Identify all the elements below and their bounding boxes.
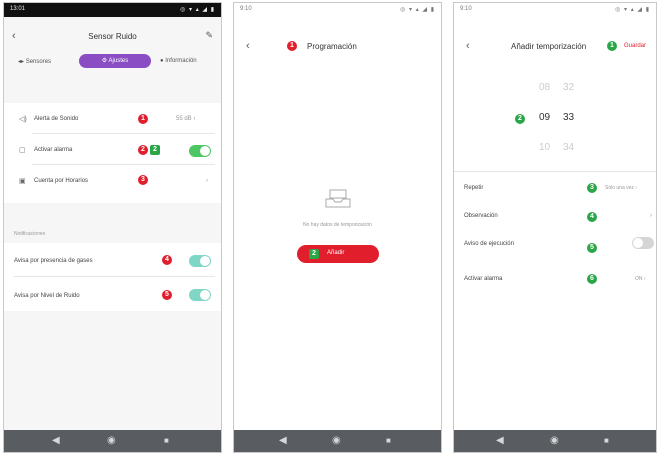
schedule-icon: ▣ — [19, 178, 26, 185]
row-label: Alerta de Sonido — [34, 116, 79, 122]
callout-badge: 4 — [162, 255, 172, 265]
row-label: Activar alarma — [34, 147, 73, 153]
callout-badge: 3 — [587, 183, 597, 193]
status-icons: ◎ ▾ ▴ ◢ ▮ — [615, 7, 650, 13]
nav-recent-icon[interactable]: ■ — [386, 436, 391, 445]
back-icon[interactable]: ‹ — [466, 40, 470, 52]
android-nav-bar: ◀ ◉ ■ — [234, 430, 441, 452]
nav-recent-icon[interactable]: ■ — [164, 436, 169, 445]
status-time: 9:10 — [240, 6, 252, 12]
callout-badge: 1 — [287, 41, 297, 51]
section-header: Notificaciones — [14, 231, 46, 237]
add-button-label: Añadir — [327, 250, 345, 256]
empty-inbox-icon — [325, 189, 351, 208]
nav-home-icon[interactable]: ◉ — [550, 435, 559, 446]
page-title: Programación — [307, 42, 357, 51]
status-bar: 13:01 ◎ ▾ ▴ ◢ ▮ — [4, 3, 221, 17]
callout-badge: 4 — [587, 212, 597, 222]
row-value[interactable]: 55 dB › — [176, 116, 195, 122]
activar-alarma-toggle[interactable] — [189, 145, 211, 157]
row-label: Aviso de ejecución — [464, 241, 514, 247]
tab-ajustes[interactable]: ⚙ Ajustes — [79, 54, 151, 68]
callout-badge: 1 — [607, 41, 617, 51]
nav-home-icon[interactable]: ◉ — [332, 435, 341, 446]
divider — [454, 171, 656, 172]
chevron-right-icon[interactable]: › — [650, 213, 652, 219]
ruido-toggle[interactable] — [189, 289, 211, 301]
page-title: Sensor Ruido — [88, 32, 137, 41]
hour-option[interactable]: 10 — [539, 142, 550, 153]
android-nav-bar: ◀ ◉ ■ — [454, 430, 656, 452]
row-label: Cuenta por Horarios — [34, 178, 89, 184]
row-value[interactable]: Sólo una vez › — [605, 185, 637, 191]
callout-badge: 1 — [138, 114, 148, 124]
nav-back-icon[interactable]: ◀ — [496, 435, 504, 446]
back-icon[interactable]: ‹ — [246, 40, 250, 52]
chevron-right-icon[interactable]: › — [206, 178, 208, 184]
row-label: Observación — [464, 213, 498, 219]
phone-screen-anadir-temporizacion: 9:10 ◎ ▾ ▴ ◢ ▮ ‹ Añadir temporización 1 … — [453, 2, 657, 453]
nav-home-icon[interactable]: ◉ — [107, 435, 116, 446]
status-time: 13:01 — [10, 6, 26, 12]
speaker-icon: ◁) — [19, 116, 27, 123]
row-value[interactable]: ON › — [635, 276, 646, 282]
callout-badge: 5 — [162, 290, 172, 300]
tab-sensores[interactable]: ◂▸ Sensores — [18, 58, 51, 65]
row-label: Activar alarma — [464, 276, 503, 282]
divider — [32, 133, 215, 134]
callout-badge: 2 — [150, 145, 160, 155]
hour-option[interactable]: 08 — [539, 82, 550, 93]
row-label: Avisa por presencia de gases — [14, 258, 93, 264]
divider — [14, 276, 215, 277]
callout-badge: 5 — [587, 243, 597, 253]
phone-screen-sensor-settings: 13:01 ◎ ▾ ▴ ◢ ▮ ‹ Sensor Ruido ✎ ◂▸ Sens… — [3, 2, 222, 453]
row-label: Repetir — [464, 185, 484, 191]
minute-option[interactable]: 34 — [563, 142, 574, 153]
nav-back-icon[interactable]: ◀ — [52, 435, 60, 446]
tab-informacion[interactable]: ● Información — [160, 58, 197, 64]
nav-recent-icon[interactable]: ■ — [604, 436, 609, 445]
minute-selected[interactable]: 33 — [563, 112, 574, 123]
android-nav-bar: ◀ ◉ ■ — [4, 430, 221, 452]
divider — [32, 164, 215, 165]
status-icons: ◎ ▾ ▴ ◢ ▮ — [400, 7, 435, 13]
save-button[interactable]: Guardar — [624, 43, 646, 49]
callout-badge: 3 — [138, 175, 148, 185]
add-button[interactable]: 2 Añadir — [297, 245, 379, 263]
row-label: Avisa por Nivel de Ruido — [14, 293, 80, 299]
callout-badge: 2 — [138, 145, 148, 155]
status-icons: ◎ ▾ ▴ ◢ ▮ — [180, 7, 215, 13]
callout-badge: 2 — [515, 114, 525, 124]
page-title: Añadir temporización — [511, 42, 587, 51]
alarm-icon: ▢ — [19, 147, 26, 154]
notifications-card — [4, 243, 221, 311]
aviso-ejecucion-toggle[interactable] — [632, 237, 654, 249]
empty-state-text: No hay datos de temporización — [303, 222, 372, 228]
status-time: 9:10 — [460, 6, 472, 12]
status-bar: 9:10 ◎ ▾ ▴ ◢ ▮ — [234, 3, 441, 17]
minute-option[interactable]: 32 — [563, 82, 574, 93]
callout-badge: 6 — [587, 274, 597, 284]
phone-screen-programacion: 9:10 ◎ ▾ ▴ ◢ ▮ ‹ 1 Programación No hay d… — [233, 2, 442, 453]
edit-icon[interactable]: ✎ — [205, 30, 213, 41]
gases-toggle[interactable] — [189, 255, 211, 267]
hour-selected[interactable]: 09 — [539, 112, 550, 123]
nav-back-icon[interactable]: ◀ — [279, 435, 287, 446]
callout-badge: 2 — [309, 249, 319, 259]
status-bar: 9:10 ◎ ▾ ▴ ◢ ▮ — [454, 3, 656, 17]
